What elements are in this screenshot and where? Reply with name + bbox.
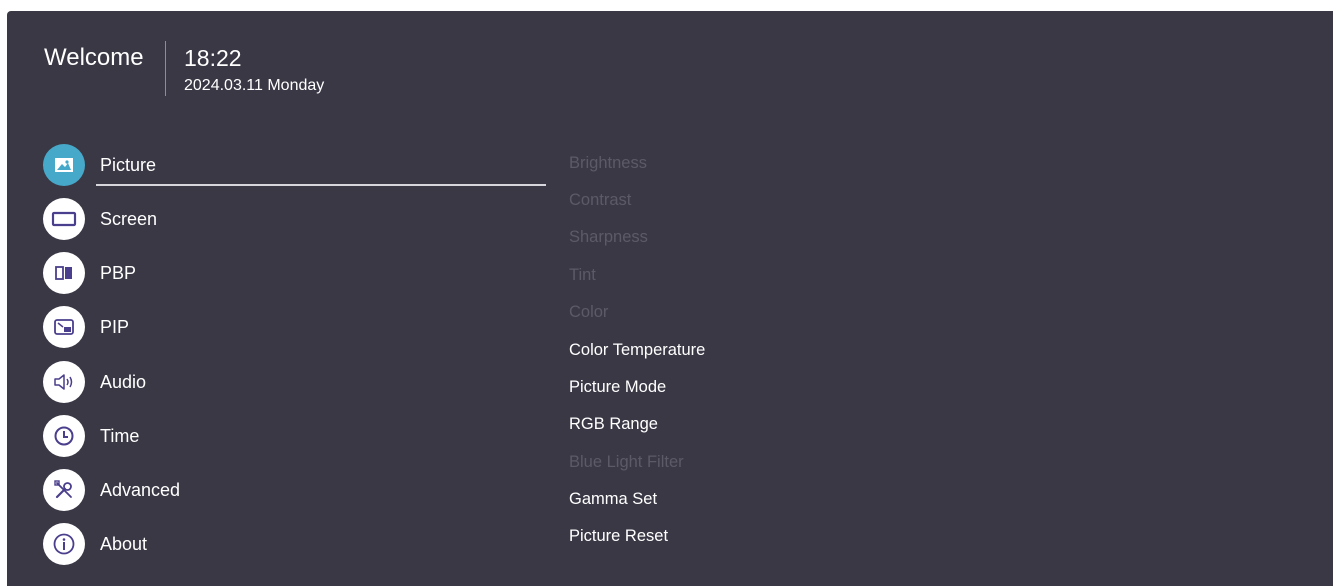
menu-item-screen[interactable]: Screen (43, 197, 553, 241)
submenu-color-temperature[interactable]: Color Temperature (569, 341, 705, 360)
menu-item-picture[interactable]: Picture (43, 143, 553, 187)
picture-icon (43, 144, 85, 186)
pbp-icon (43, 252, 85, 294)
submenu-tint: Tint (569, 266, 596, 284)
clock-icon (43, 415, 85, 457)
menu-label: PIP (100, 316, 130, 337)
speaker-icon (43, 361, 85, 403)
tools-icon (43, 469, 85, 511)
menu-item-time[interactable]: Time (43, 414, 553, 458)
pip-icon (43, 306, 85, 348)
submenu-contrast: Contrast (569, 191, 632, 209)
menu-item-audio[interactable]: Audio (43, 360, 553, 404)
submenu-sharpness: Sharpness (569, 228, 648, 246)
settings-panel: Welcome 18:22 2024.03.11 Monday Picture … (7, 11, 1333, 586)
menu-label: PBP (100, 262, 137, 283)
selected-underline (96, 184, 546, 186)
menu-label: About (100, 533, 148, 554)
info-icon (43, 523, 85, 565)
menu-label: Audio (100, 371, 147, 392)
submenu-blue-light-filter: Blue Light Filter (569, 453, 684, 471)
welcome-title: Welcome (44, 44, 144, 71)
submenu-gamma-set[interactable]: Gamma Set (569, 490, 657, 509)
submenu-brightness: Brightness (569, 154, 647, 172)
screen-icon (43, 198, 85, 240)
clock-date: 2024.03.11 Monday (184, 77, 325, 94)
menu-label: Screen (100, 208, 158, 229)
menu-item-about[interactable]: About (43, 522, 553, 566)
menu-item-pbp[interactable]: PBP (43, 251, 553, 295)
submenu-color: Color (569, 303, 609, 321)
menu-item-pip[interactable]: PIP (43, 305, 553, 349)
submenu-picture-mode[interactable]: Picture Mode (569, 378, 666, 397)
menu-label: Time (100, 425, 140, 446)
menu-label: Picture (100, 154, 157, 175)
submenu-rgb-range[interactable]: RGB Range (569, 415, 658, 434)
menu-item-advanced[interactable]: Advanced (43, 468, 553, 512)
submenu-picture-reset[interactable]: Picture Reset (569, 527, 668, 546)
menu-label: Advanced (100, 479, 181, 500)
clock-time: 18:22 (184, 45, 242, 71)
header-divider (165, 41, 166, 96)
